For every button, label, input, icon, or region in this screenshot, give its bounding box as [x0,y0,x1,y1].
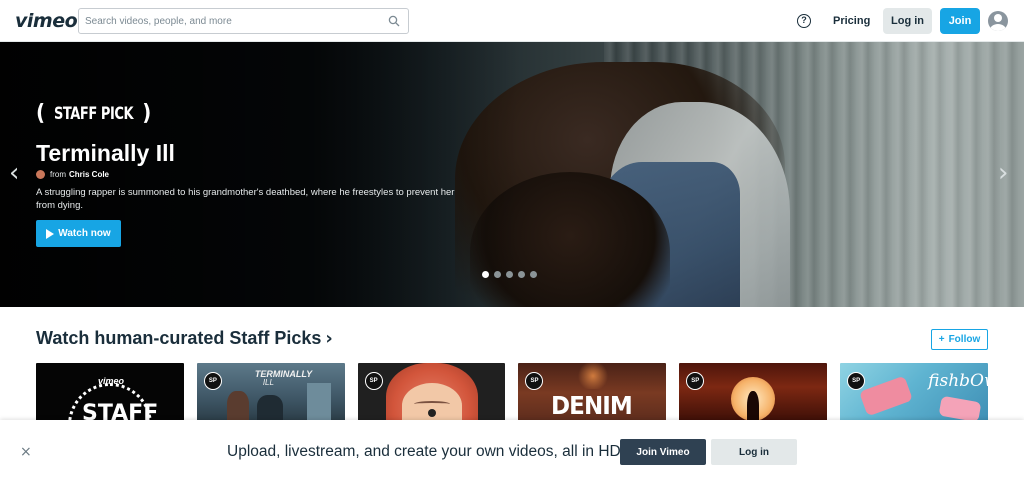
staff-pick-icon: SP [203,372,222,390]
hero-from-line: from Chris Cole [36,170,109,179]
carousel-dot-2[interactable] [494,271,501,278]
carousel-dot-3[interactable] [506,271,513,278]
thumb-figure [226,391,249,423]
staff-pick-icon: SP [847,372,866,390]
hero-carousel[interactable]: ( STAFF PICK ) Terminally Ill from Chris… [0,42,1024,307]
thumbnail-row: vimeo STAFF TERMINALLY ILL SP SP DENIM S… [36,363,988,423]
help-icon[interactable]: ? [797,14,811,28]
hero-description: A struggling rapper is summoned to his g… [36,187,455,211]
search-input[interactable] [85,9,375,33]
author-link[interactable]: Chris Cole [69,170,109,179]
from-label: from [50,170,66,179]
staff-pick-icon: SP [525,372,544,390]
section-title-text: Watch human-curated Staff Picks [36,328,322,348]
staff-pick-badge: ( STAFF PICK ) [36,100,151,128]
close-icon[interactable]: × [20,445,32,459]
thumb-brand: vimeo [98,376,125,386]
signup-banner: × Upload, livestream, and create your ow… [0,420,1024,484]
banner-message: Upload, livestream, and create your own … [227,443,626,460]
thumb-figure [256,395,283,423]
pricing-link[interactable]: Pricing [833,15,870,27]
search-icon[interactable] [388,15,400,27]
hero-title[interactable]: Terminally Ill [36,140,175,167]
video-thumbnail[interactable]: vimeo STAFF [36,363,184,423]
laurel-left-icon: ( [36,101,46,126]
staff-pick-text: STAFF PICK [54,104,134,124]
carousel-dot-5[interactable] [530,271,537,278]
video-thumbnail[interactable]: TERMINALLY ILL SP [196,363,345,423]
carousel-dots [482,271,537,278]
avatar-icon[interactable] [988,11,1008,31]
section-title[interactable]: Watch human-curated Staff Picks › [36,328,333,349]
thumb-float [859,375,914,417]
thumb-subtitle: ILL [262,378,274,387]
search-box[interactable] [78,8,409,34]
carousel-next-icon[interactable]: › [998,160,1008,186]
avatar-body [990,24,1006,31]
video-thumbnail[interactable]: SP [679,363,828,423]
watch-now-label: Watch now [58,228,111,239]
chevron-right-icon: › [325,328,333,349]
banner-login-button[interactable]: Log in [711,439,797,465]
thumb-lamp [576,363,611,389]
carousel-prev-icon[interactable]: ‹ [9,160,19,186]
staff-pick-icon: SP [364,372,383,390]
video-thumbnail[interactable]: SP [357,363,506,423]
video-thumbnail[interactable]: fishbOwl SP [840,363,988,423]
video-thumbnail[interactable]: DENIM SP [518,363,667,423]
thumb-figure [427,409,436,417]
thumb-title: DENIM [551,391,633,420]
thumb-figure [413,401,450,407]
thumb-figure [747,391,760,423]
play-icon [46,228,55,239]
plus-icon: + [938,334,945,345]
follow-label: Follow [948,334,981,345]
thumb-figure [306,383,331,423]
thumb-float [938,395,982,423]
login-button[interactable]: Log in [883,8,932,34]
author-avatar[interactable] [36,170,45,179]
watch-now-button[interactable]: Watch now [36,220,121,247]
laurel-right-icon: ) [142,101,152,126]
carousel-dot-1[interactable] [482,271,489,278]
vimeo-logo[interactable]: vimeo [15,10,78,32]
top-nav: vimeo ? Pricing Log in Join [0,0,1024,42]
staff-pick-icon: SP [686,372,705,390]
follow-button[interactable]: + Follow [931,329,988,350]
thumb-title: fishbOwl [928,371,988,391]
join-vimeo-button[interactable]: Join Vimeo [620,439,706,465]
carousel-dot-4[interactable] [518,271,525,278]
avatar-head [994,14,1002,22]
join-button[interactable]: Join [940,8,980,34]
